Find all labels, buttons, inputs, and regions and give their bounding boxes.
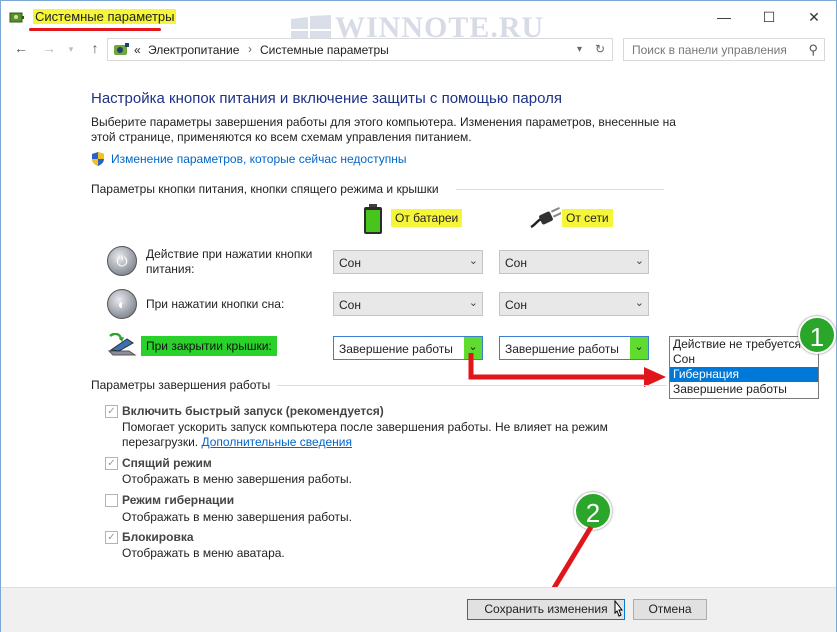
address-dropdown-icon[interactable]: ▾ [577, 44, 582, 55]
dropdown-option[interactable]: Действие не требуется [670, 337, 818, 352]
change-unavailable-settings-link[interactable]: Изменение параметров, которые сейчас нед… [111, 152, 407, 166]
power-plug-icon [530, 207, 561, 229]
sleep-button-ac-select[interactable]: Сон ⌄ [499, 292, 649, 316]
title-underline-annotation [29, 28, 161, 31]
select-value: Сон [505, 298, 527, 312]
select-value: Завершение работы [339, 342, 453, 356]
save-changes-button[interactable]: Сохранить изменения [467, 599, 625, 620]
mouse-cursor-icon [614, 600, 624, 617]
power-button-battery-select[interactable]: Сон ⌄ [333, 250, 483, 274]
sleep-button-action-label: При нажатии кнопки сна: [146, 297, 285, 311]
annotation-arrow-1 [468, 353, 666, 387]
lid-action-dropdown-list: Действие не требуется Сон Гибернация Зав… [669, 336, 819, 399]
power-button-ac-select[interactable]: Сон ⌄ [499, 250, 649, 274]
up-button[interactable]: ↑ [85, 40, 105, 58]
fast-startup-description-end: перезагрузки. [122, 435, 199, 449]
lock-checkbox[interactable]: ✓ [105, 531, 118, 544]
search-input[interactable]: Поиск в панели управления ⚲ [623, 38, 825, 61]
section-title-buttons: Параметры кнопки питания, кнопки спящего… [91, 182, 439, 196]
breadcrumb-prefix[interactable]: « [134, 43, 141, 57]
hibernate-checkbox[interactable] [105, 494, 118, 507]
control-panel-icon [114, 43, 129, 55]
hibernate-label: Режим гибернации [122, 493, 235, 507]
uac-shield-icon [92, 152, 104, 166]
power-button-icon: ⏻ [107, 246, 137, 276]
dropdown-option[interactable]: Завершение работы [670, 382, 818, 397]
more-info-link[interactable]: Дополнительные сведения [201, 435, 351, 449]
close-button[interactable]: ✕ [791, 1, 837, 33]
select-value: Сон [339, 256, 361, 270]
chevron-down-icon: ⌄ [634, 255, 644, 267]
recent-pages-icon[interactable]: ▾ [61, 44, 81, 62]
breadcrumb-separator-icon: › [248, 42, 252, 56]
page-description: Выберите параметры завершения работы для… [91, 115, 676, 144]
sleep-description: Отображать в меню завершения работы. [122, 472, 353, 486]
forward-button[interactable]: → [39, 40, 59, 58]
control-panel-window: Системные параметры WINNOTE.RU — ☐ ✕ ← →… [0, 0, 837, 632]
maximize-button[interactable]: ☐ [746, 1, 792, 33]
section-divider [456, 189, 664, 190]
refresh-icon[interactable]: ↻ [595, 42, 605, 56]
page-title: Настройка кнопок питания и включение защ… [91, 90, 562, 107]
breadcrumb-power-options[interactable]: Электропитание [148, 43, 239, 57]
laptop-lid-icon [107, 333, 137, 356]
sleep-button-icon: ◐ [107, 289, 137, 319]
title-bar: Системные параметры WINNOTE.RU — ☐ ✕ [1, 1, 837, 45]
column-header-battery: От батареи [391, 209, 463, 227]
search-placeholder: Поиск в панели управления [632, 43, 787, 57]
select-value: Сон [505, 256, 527, 270]
minimize-button[interactable]: — [701, 1, 747, 33]
address-field[interactable]: « Электропитание › Системные параметры ▾… [107, 38, 613, 61]
search-icon: ⚲ [808, 42, 818, 57]
lock-label: Блокировка [122, 530, 194, 544]
bottom-button-bar: Сохранить изменения Отмена [1, 587, 836, 632]
dropdown-option-highlighted[interactable]: Гибернация [670, 367, 818, 382]
window-title: Системные параметры [33, 9, 177, 24]
sleep-checkbox[interactable]: ✓ [105, 457, 118, 470]
fast-startup-description: Помогает ускорить запуск компьютера посл… [122, 420, 608, 434]
fast-startup-label: Включить быстрый запуск (рекомендуется) [122, 404, 384, 418]
annotation-badge-1: 1 [798, 316, 836, 354]
hibernate-description: Отображать в меню завершения работы. [122, 510, 353, 524]
lock-description: Отображать в меню аватара. [122, 546, 285, 560]
section-title-shutdown: Параметры завершения работы [91, 378, 271, 392]
section-divider [277, 385, 667, 386]
fast-startup-description-cont: перезагрузки. Дополнительные сведения [122, 435, 352, 450]
power-options-icon [9, 12, 24, 23]
dropdown-option[interactable]: Сон [670, 352, 818, 367]
power-button-action-label: Действие при нажатии кнопки питания: [146, 247, 313, 276]
cancel-button[interactable]: Отмена [633, 599, 707, 620]
lid-close-action-label: При закрытии крышки: [141, 336, 277, 356]
battery-icon [364, 204, 382, 234]
back-button[interactable]: ← [11, 40, 31, 58]
address-bar-row: ← → ▾ ↑ « Электропитание › Системные пар… [1, 35, 836, 63]
sleep-button-battery-select[interactable]: Сон ⌄ [333, 292, 483, 316]
breadcrumb-system-settings[interactable]: Системные параметры [260, 43, 389, 57]
select-value: Сон [339, 298, 361, 312]
fast-startup-checkbox[interactable]: ✓ [105, 405, 118, 418]
chevron-down-icon: ⌄ [634, 297, 644, 309]
sleep-label: Спящий режим [122, 456, 212, 470]
column-header-power: От сети [562, 209, 613, 227]
chevron-down-icon: ⌄ [468, 255, 478, 267]
chevron-down-icon: ⌄ [468, 297, 478, 309]
